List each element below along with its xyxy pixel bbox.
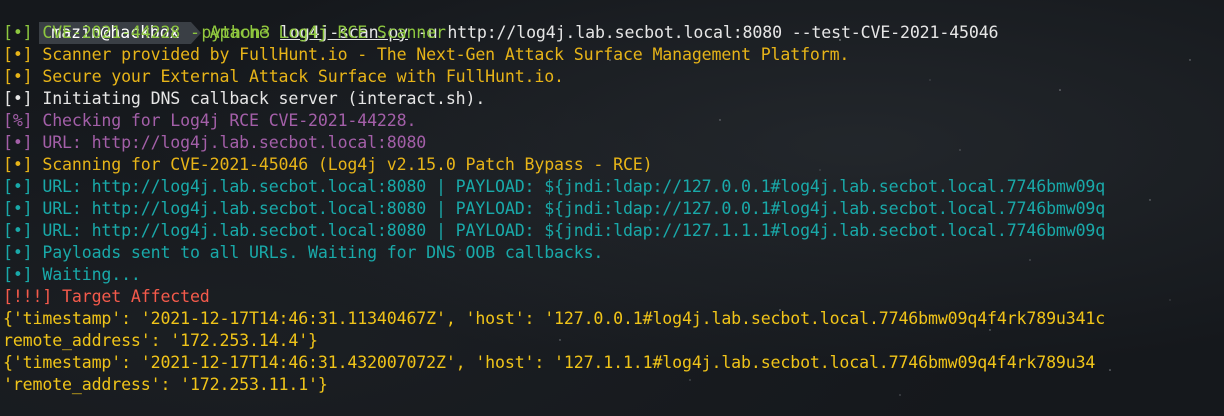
- output-line: [•] URL: http://log4j.lab.secbot.local:8…: [3, 177, 1106, 196]
- result-json-line: 'remote_address': '172.253.11.1'}: [3, 375, 328, 394]
- command-args: -u http://log4j.lab.secbot.local:8080 --…: [407, 23, 999, 42]
- output-line: [•] Secure your External Attack Surface …: [3, 67, 564, 86]
- output-line: [•] Scanning for CVE-2021-45046 (Log4j v…: [3, 155, 653, 174]
- output-line: [•] Payloads sent to all URLs. Waiting f…: [3, 243, 604, 262]
- output-line: [•] Waiting...: [3, 265, 141, 284]
- prompt-line: mazin@hackbox python3 log4j-scan.py -u ht…: [0, 0, 999, 44]
- target-affected-line: [!!!] Target Affected: [3, 287, 210, 306]
- terminal-window[interactable]: mazin@hackbox python3 log4j-scan.py -u ht…: [0, 0, 1224, 416]
- output-line: [•] URL: http://log4j.lab.secbot.local:8…: [3, 133, 427, 152]
- output-line: [•] CVE-2021-44228 - Apache Log4j RCE Sc…: [3, 23, 446, 42]
- result-json-line: {'timestamp': '2021-12-17T14:46:31.11340…: [3, 309, 1106, 328]
- output-line: [•] Scanner provided by FullHunt.io - Th…: [3, 45, 850, 64]
- output-line: [•] URL: http://log4j.lab.secbot.local:8…: [3, 199, 1106, 218]
- result-json-line: remote_address': '172.253.14.4'}: [3, 331, 318, 350]
- result-json-line: {'timestamp': '2021-12-17T14:46:31.43200…: [3, 353, 1096, 372]
- output-line: [•] URL: http://log4j.lab.secbot.local:8…: [3, 221, 1106, 240]
- output-line: [%] Checking for Log4j RCE CVE-2021-4422…: [3, 111, 417, 130]
- output-line: [•] Initiating DNS callback server (inte…: [3, 89, 486, 108]
